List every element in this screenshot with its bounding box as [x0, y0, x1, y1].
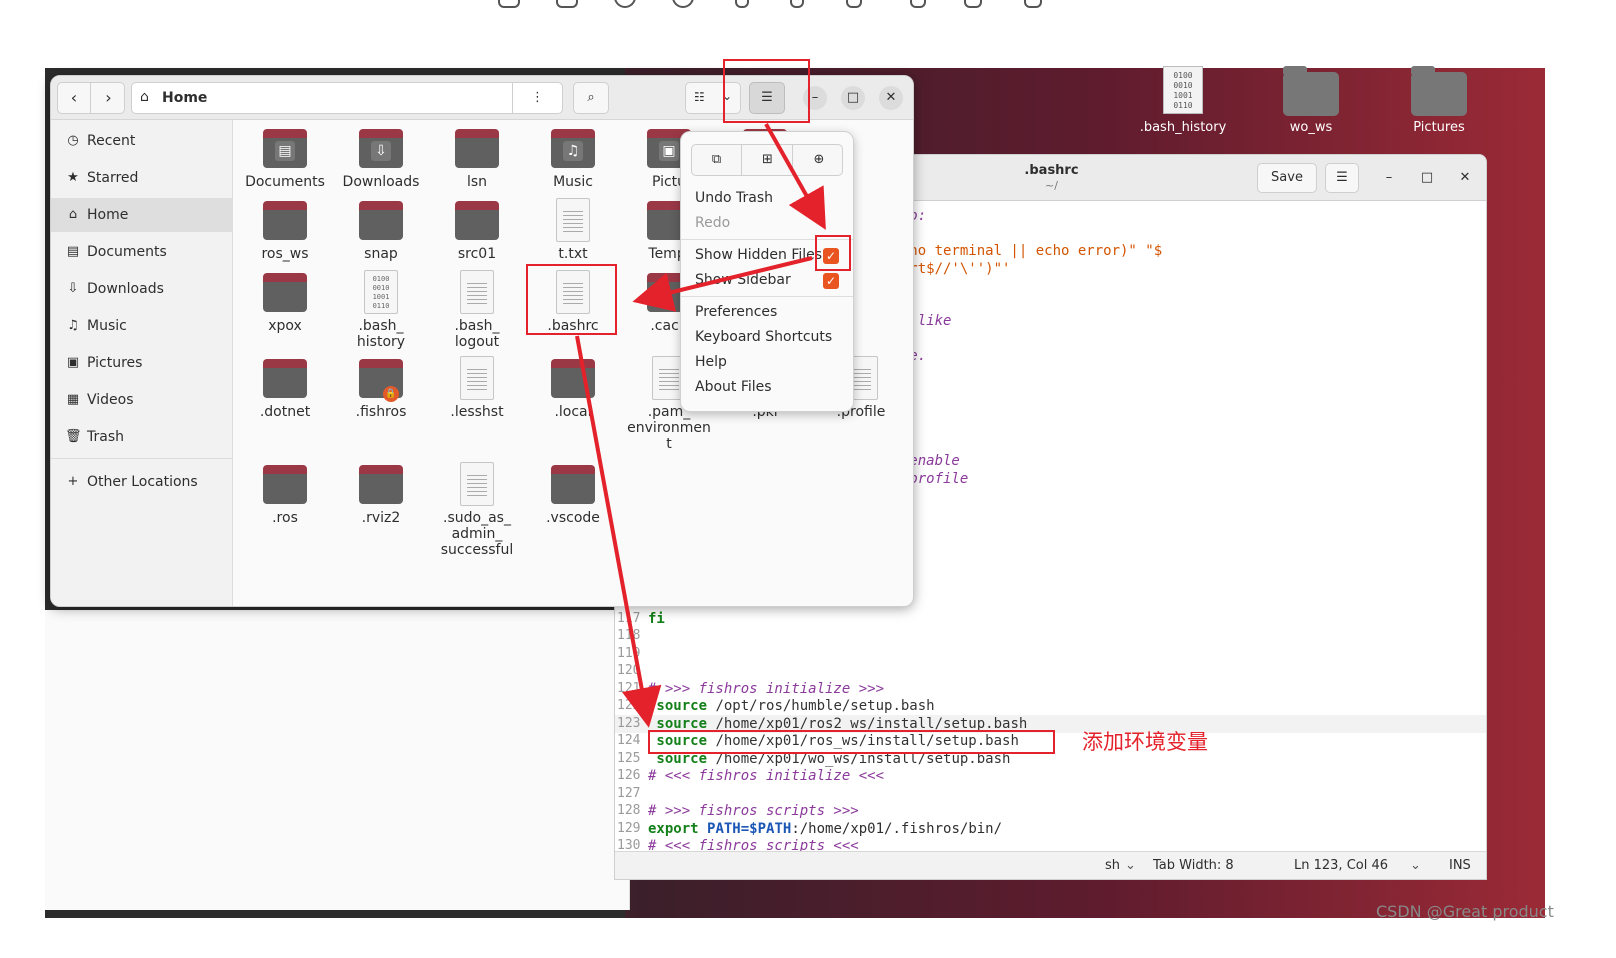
annotation-label: 添加环境变量 [1082, 730, 1208, 754]
watermark: CSDN @Great product [1376, 902, 1554, 921]
annotation-arrows [575, 123, 826, 728]
